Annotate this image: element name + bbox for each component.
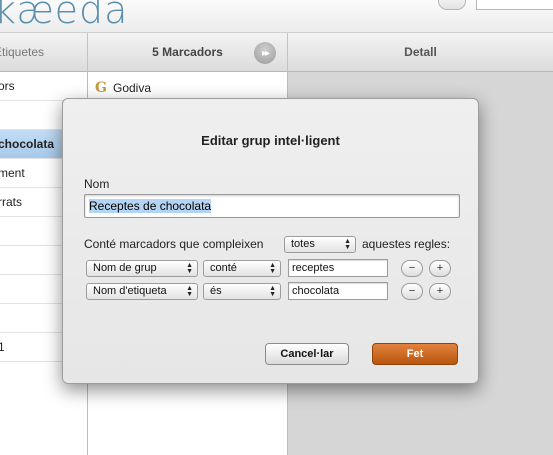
- google-g-icon: G: [95, 80, 107, 96]
- rule-field-value: Nom d'etiqueta: [93, 285, 167, 297]
- labels-column-header[interactable]: Etiquetes: [0, 33, 88, 72]
- search-input[interactable]: [476, 0, 553, 10]
- add-rule-button[interactable]: +: [429, 260, 451, 277]
- rule-field-select[interactable]: Nom d'etiqueta ▲ ▼: [86, 283, 198, 300]
- labels-header-label: Etiquetes: [0, 45, 45, 59]
- name-field[interactable]: Receptes de chocolata: [84, 194, 460, 218]
- name-label: Nom: [84, 177, 110, 191]
- updown-arrows-icon: ▲ ▼: [186, 262, 193, 275]
- detail-column-header: Detall: [288, 33, 553, 72]
- match-select[interactable]: totes ▲ ▼: [284, 236, 356, 253]
- add-rule-button[interactable]: +: [429, 283, 451, 300]
- list-item[interactable]: ors: [0, 72, 87, 101]
- rule-field-select[interactable]: Nom de grup ▲ ▼: [86, 260, 198, 277]
- rule-value-input[interactable]: chocolata: [288, 282, 388, 300]
- updown-arrows-icon: ▲ ▼: [269, 285, 276, 298]
- name-value: Receptes de chocolata: [89, 199, 212, 213]
- forward-arrow-icon[interactable]: ▸▸: [254, 42, 276, 64]
- done-button[interactable]: Fet: [372, 343, 458, 365]
- rule-operator-value: conté: [210, 262, 237, 274]
- toolbar-button[interactable]: [438, 0, 466, 10]
- detail-header-label: Detall: [404, 45, 437, 59]
- rule-value-input[interactable]: receptes: [288, 259, 388, 277]
- rule-suffix: aquestes regles:: [362, 237, 451, 251]
- app-logo: kæeda: [0, 0, 129, 32]
- edit-smart-group-dialog: Editar grup intel·ligent Nom Receptes de…: [62, 98, 479, 384]
- bookmarks-header-label: 5 Marcadors: [152, 45, 223, 59]
- dialog-title: Editar grup intel·ligent: [201, 133, 340, 148]
- cancel-button[interactable]: Cancel·lar: [265, 343, 349, 365]
- updown-arrows-icon: ▲ ▼: [344, 238, 351, 251]
- toolbar: kæeda: [0, 0, 553, 33]
- rule-operator-select[interactable]: conté ▲ ▼: [203, 260, 281, 277]
- match-select-value: totes: [291, 238, 315, 250]
- updown-arrows-icon: ▲ ▼: [186, 285, 193, 298]
- updown-arrows-icon: ▲ ▼: [269, 262, 276, 275]
- rule-prefix: Conté marcadors que compleixen: [84, 237, 264, 251]
- bookmarks-column-header[interactable]: 5 Marcadors ▸▸: [88, 33, 288, 72]
- rule-operator-select[interactable]: és ▲ ▼: [203, 283, 281, 300]
- rule-operator-value: és: [210, 285, 222, 297]
- rule-field-value: Nom de grup: [93, 262, 157, 274]
- bookmark-title: Godiva: [113, 81, 152, 95]
- remove-rule-button[interactable]: −: [401, 283, 423, 300]
- remove-rule-button[interactable]: −: [401, 260, 423, 277]
